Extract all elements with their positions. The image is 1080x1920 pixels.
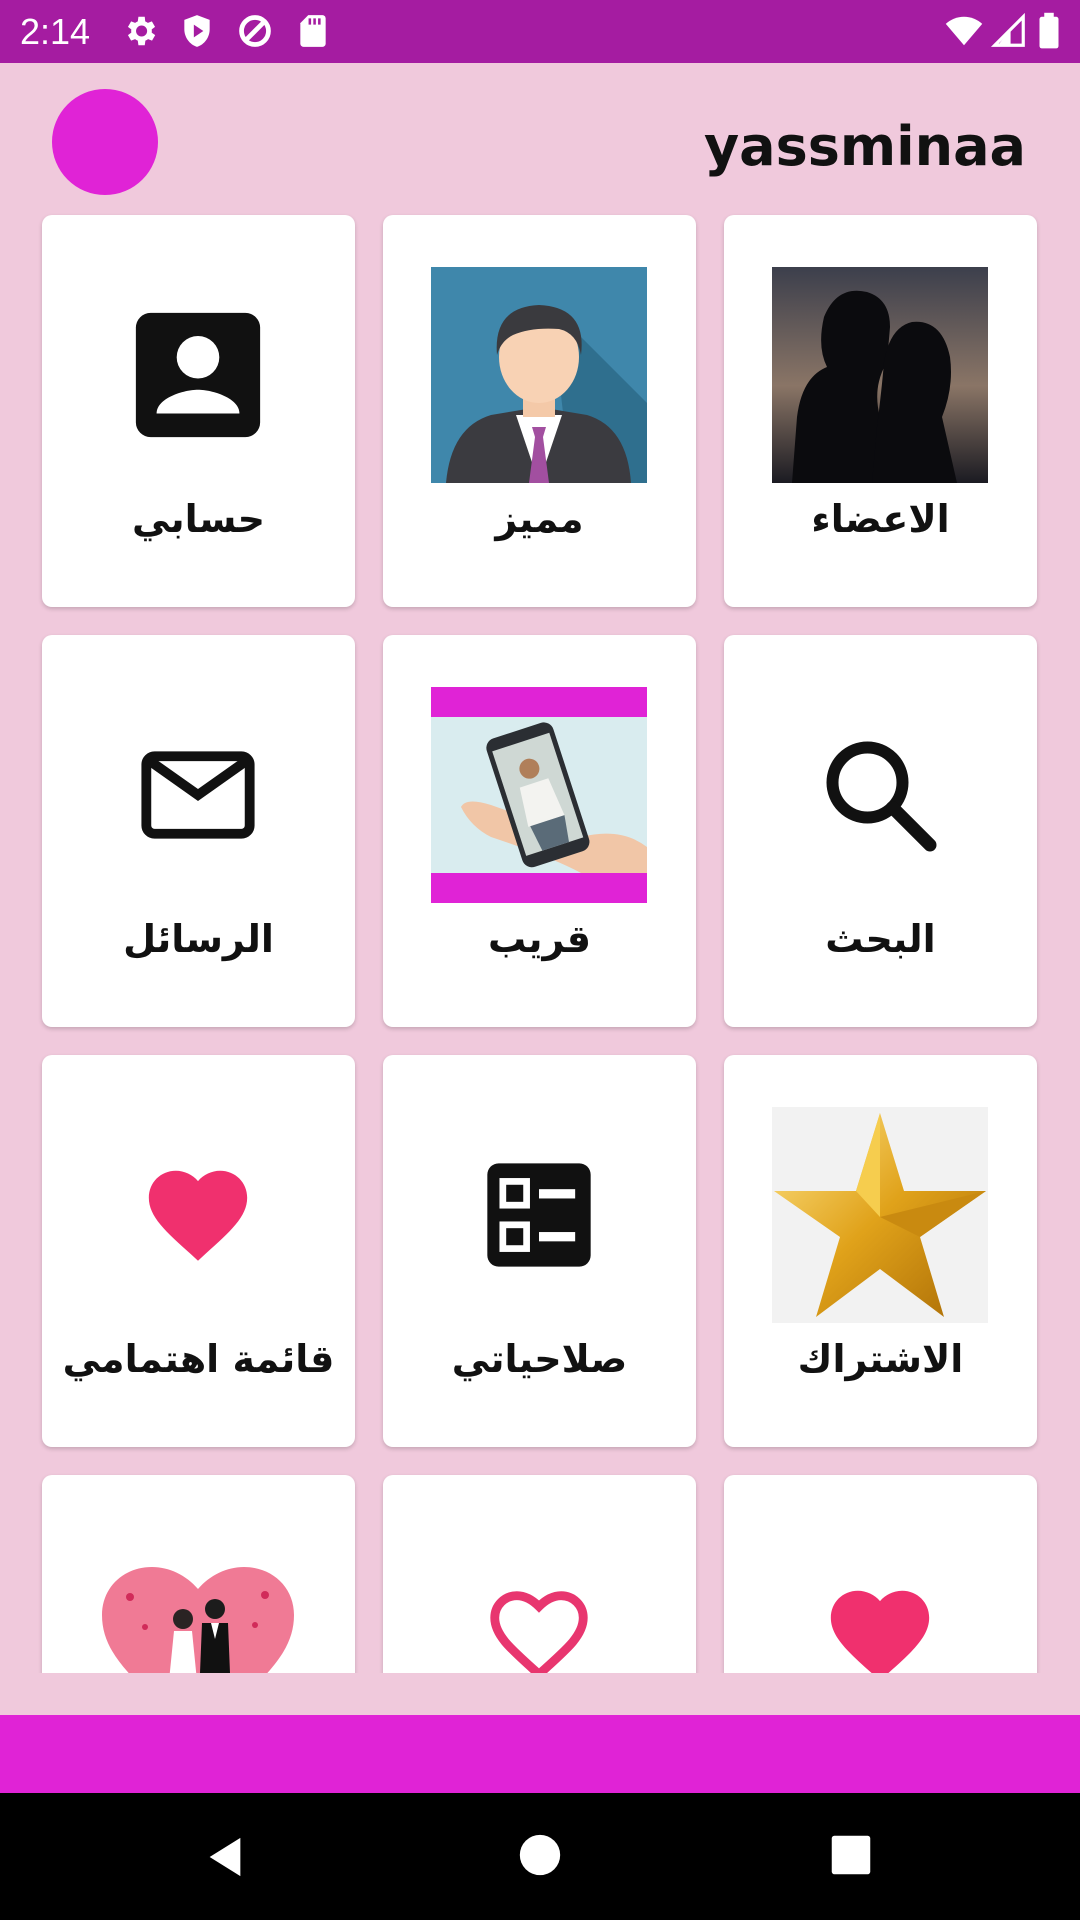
- settings-icon: [127, 16, 156, 46]
- shield-icon: [184, 15, 210, 47]
- couple-silhouette-image: [772, 267, 988, 483]
- wifi-icon: [945, 16, 983, 46]
- tile-label: الرسائل: [123, 917, 274, 961]
- checklist-icon: [431, 1107, 647, 1323]
- wedding-couple-image: [90, 1527, 306, 1673]
- account-box-icon: [90, 267, 306, 483]
- tile-label: البحث: [825, 917, 936, 961]
- battery-icon: [1039, 12, 1059, 49]
- avatar[interactable]: [52, 89, 158, 195]
- tile-label: قريب: [487, 917, 591, 961]
- recents-icon[interactable]: [830, 1834, 872, 1876]
- sd-card-icon: [300, 15, 326, 47]
- tile-favorites[interactable]: قائمة اهتمامي: [42, 1055, 355, 1447]
- signal-icon: [990, 12, 1025, 47]
- tile-label: حسابي: [131, 497, 266, 541]
- data-saver-icon: [239, 15, 271, 47]
- tile-label: مميز: [495, 497, 584, 541]
- tile-label: صلاحياتي: [451, 1337, 628, 1381]
- tile-marriage[interactable]: [42, 1475, 355, 1673]
- tile-nearby[interactable]: قريب: [383, 635, 696, 1027]
- tile-permissions[interactable]: صلاحياتي: [383, 1055, 696, 1447]
- mail-icon: [90, 687, 306, 903]
- search-icon: [772, 687, 988, 903]
- bottom-bar: [0, 1715, 1080, 1793]
- tile-members[interactable]: الاعضاء: [724, 215, 1037, 607]
- tile-label: قائمة اهتمامي: [62, 1337, 335, 1381]
- tile-likes[interactable]: [724, 1475, 1037, 1673]
- tile-label: الاعضاء: [811, 497, 950, 541]
- heart-outline-icon: [431, 1527, 647, 1673]
- tile-premium[interactable]: مميز: [383, 215, 696, 607]
- status-bar: 2:14: [0, 0, 1080, 63]
- heart-icon: [772, 1527, 988, 1673]
- username-title: yassminaa: [703, 115, 1026, 178]
- status-time: 2:14: [20, 11, 91, 52]
- menu-grid: الاعضاء مميز حسابي البحث قريب الرسائل ال…: [0, 213, 1080, 1673]
- tile-my-account[interactable]: حسابي: [42, 215, 355, 607]
- phone-in-hand-image: [431, 687, 647, 903]
- navigation-bar: [0, 1793, 1080, 1920]
- tile-search[interactable]: البحث: [724, 635, 1037, 1027]
- tile-subscription[interactable]: الاشتراك: [724, 1055, 1037, 1447]
- businessman-avatar-image: [431, 267, 647, 483]
- gold-star-image: [772, 1107, 988, 1323]
- home-icon[interactable]: [518, 1833, 562, 1877]
- heart-icon: [90, 1107, 306, 1323]
- back-icon[interactable]: [202, 1833, 248, 1881]
- tile-liked-me[interactable]: [383, 1475, 696, 1673]
- app-header: yassminaa: [0, 63, 1080, 213]
- tile-messages[interactable]: الرسائل: [42, 635, 355, 1027]
- tile-label: الاشتراك: [797, 1337, 964, 1381]
